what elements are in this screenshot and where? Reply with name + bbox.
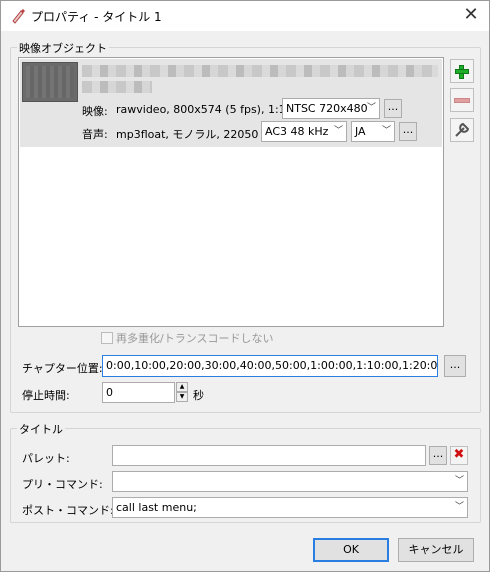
audio-format-select[interactable]: AC3 48 kHz ﹀ — [261, 121, 347, 142]
video-format-select[interactable]: NTSC 720x480 ﹀ — [282, 98, 380, 119]
spin-up-icon[interactable]: ▲ — [176, 382, 188, 392]
add-button[interactable] — [450, 59, 474, 83]
remultiplex-label: 再多重化/トランスコードしない — [116, 332, 274, 345]
chevron-down-icon: ﹀ — [366, 103, 376, 113]
post-command-value: call last menu; — [116, 501, 197, 514]
checkbox-icon — [101, 332, 113, 344]
video-info: rawvideo, 800x574 (5 fps), 1:1.39 — [116, 103, 304, 116]
close-button[interactable]: ✕ — [453, 1, 489, 31]
audio-language-value: JA — [355, 125, 366, 138]
settings-button[interactable] — [450, 118, 474, 142]
post-command-select[interactable]: call last menu; ﹀ — [112, 497, 468, 518]
pause-input[interactable]: 0 — [102, 382, 175, 403]
palette-label: パレット: — [22, 452, 70, 465]
spin-down-icon[interactable]: ▼ — [176, 392, 188, 402]
chapter-label: チャプター位置: — [22, 362, 103, 375]
pre-command-label: プリ・コマンド: — [22, 478, 103, 491]
remove-button[interactable] — [450, 88, 474, 112]
palette-more-button[interactable]: ... — [429, 446, 447, 465]
chevron-down-icon: ﹀ — [454, 502, 464, 512]
video-label: 映像: — [82, 105, 108, 118]
pause-unit: 秒 — [193, 389, 204, 402]
pre-command-select[interactable]: ﹀ — [112, 471, 468, 492]
ok-button[interactable]: OK — [313, 538, 389, 562]
video-object-list[interactable]: 映像: rawvideo, 800x574 (5 fps), 1:1.39 NT… — [18, 57, 444, 327]
blurred-file-path — [82, 65, 438, 77]
chevron-down-icon: ﹀ — [333, 126, 343, 136]
audio-language-select[interactable]: JA ﹀ — [351, 121, 395, 142]
palette-delete-button[interactable]: ✖ — [450, 446, 468, 465]
chapter-value: 0:00,10:00,20:00,30:00,40:00,50:00,1:00:… — [106, 359, 438, 372]
minus-icon — [454, 98, 470, 103]
cancel-button[interactable]: キャンセル — [398, 538, 474, 562]
close-icon: ✕ — [463, 4, 479, 25]
properties-dialog: プロパティ - タイトル 1 ✕ 映像オブジェクト 映像: rawvideo, … — [0, 0, 490, 572]
video-thumbnail — [22, 62, 78, 102]
pause-value: 0 — [106, 386, 113, 399]
pause-label: 停止時間: — [22, 389, 70, 402]
list-item[interactable]: 映像: rawvideo, 800x574 (5 fps), 1:1.39 NT… — [20, 59, 442, 147]
palette-input[interactable] — [112, 445, 426, 466]
window-title: プロパティ - タイトル 1 — [31, 10, 162, 24]
audio-label: 音声: — [82, 128, 108, 141]
title-group-label: タイトル — [17, 421, 65, 437]
wrench-icon — [455, 122, 470, 137]
app-icon — [12, 9, 25, 24]
blurred-file-name — [82, 81, 152, 93]
post-command-label: ポスト・コマンド: — [22, 504, 114, 517]
pause-spinner[interactable]: ▲ ▼ — [176, 382, 188, 403]
chevron-down-icon: ﹀ — [381, 126, 391, 136]
remultiplex-checkbox[interactable]: 再多重化/トランスコードしない — [101, 330, 274, 346]
video-more-button[interactable]: ... — [384, 99, 402, 118]
audio-more-button[interactable]: ... — [399, 122, 417, 141]
delete-x-icon: ✖ — [453, 447, 465, 462]
chapter-input[interactable]: 0:00,10:00,20:00,30:00,40:00,50:00,1:00:… — [102, 355, 438, 377]
chapter-more-button[interactable]: ... — [444, 355, 466, 377]
video-format-value: NTSC 720x480 — [286, 102, 368, 115]
title-bar: プロパティ - タイトル 1 ✕ — [1, 1, 489, 31]
chevron-down-icon: ﹀ — [454, 476, 464, 486]
video-object-group-label: 映像オブジェクト — [17, 40, 109, 56]
audio-info: mp3float, モノラル, 22050 Hz — [116, 128, 276, 141]
audio-format-value: AC3 48 kHz — [265, 125, 329, 138]
